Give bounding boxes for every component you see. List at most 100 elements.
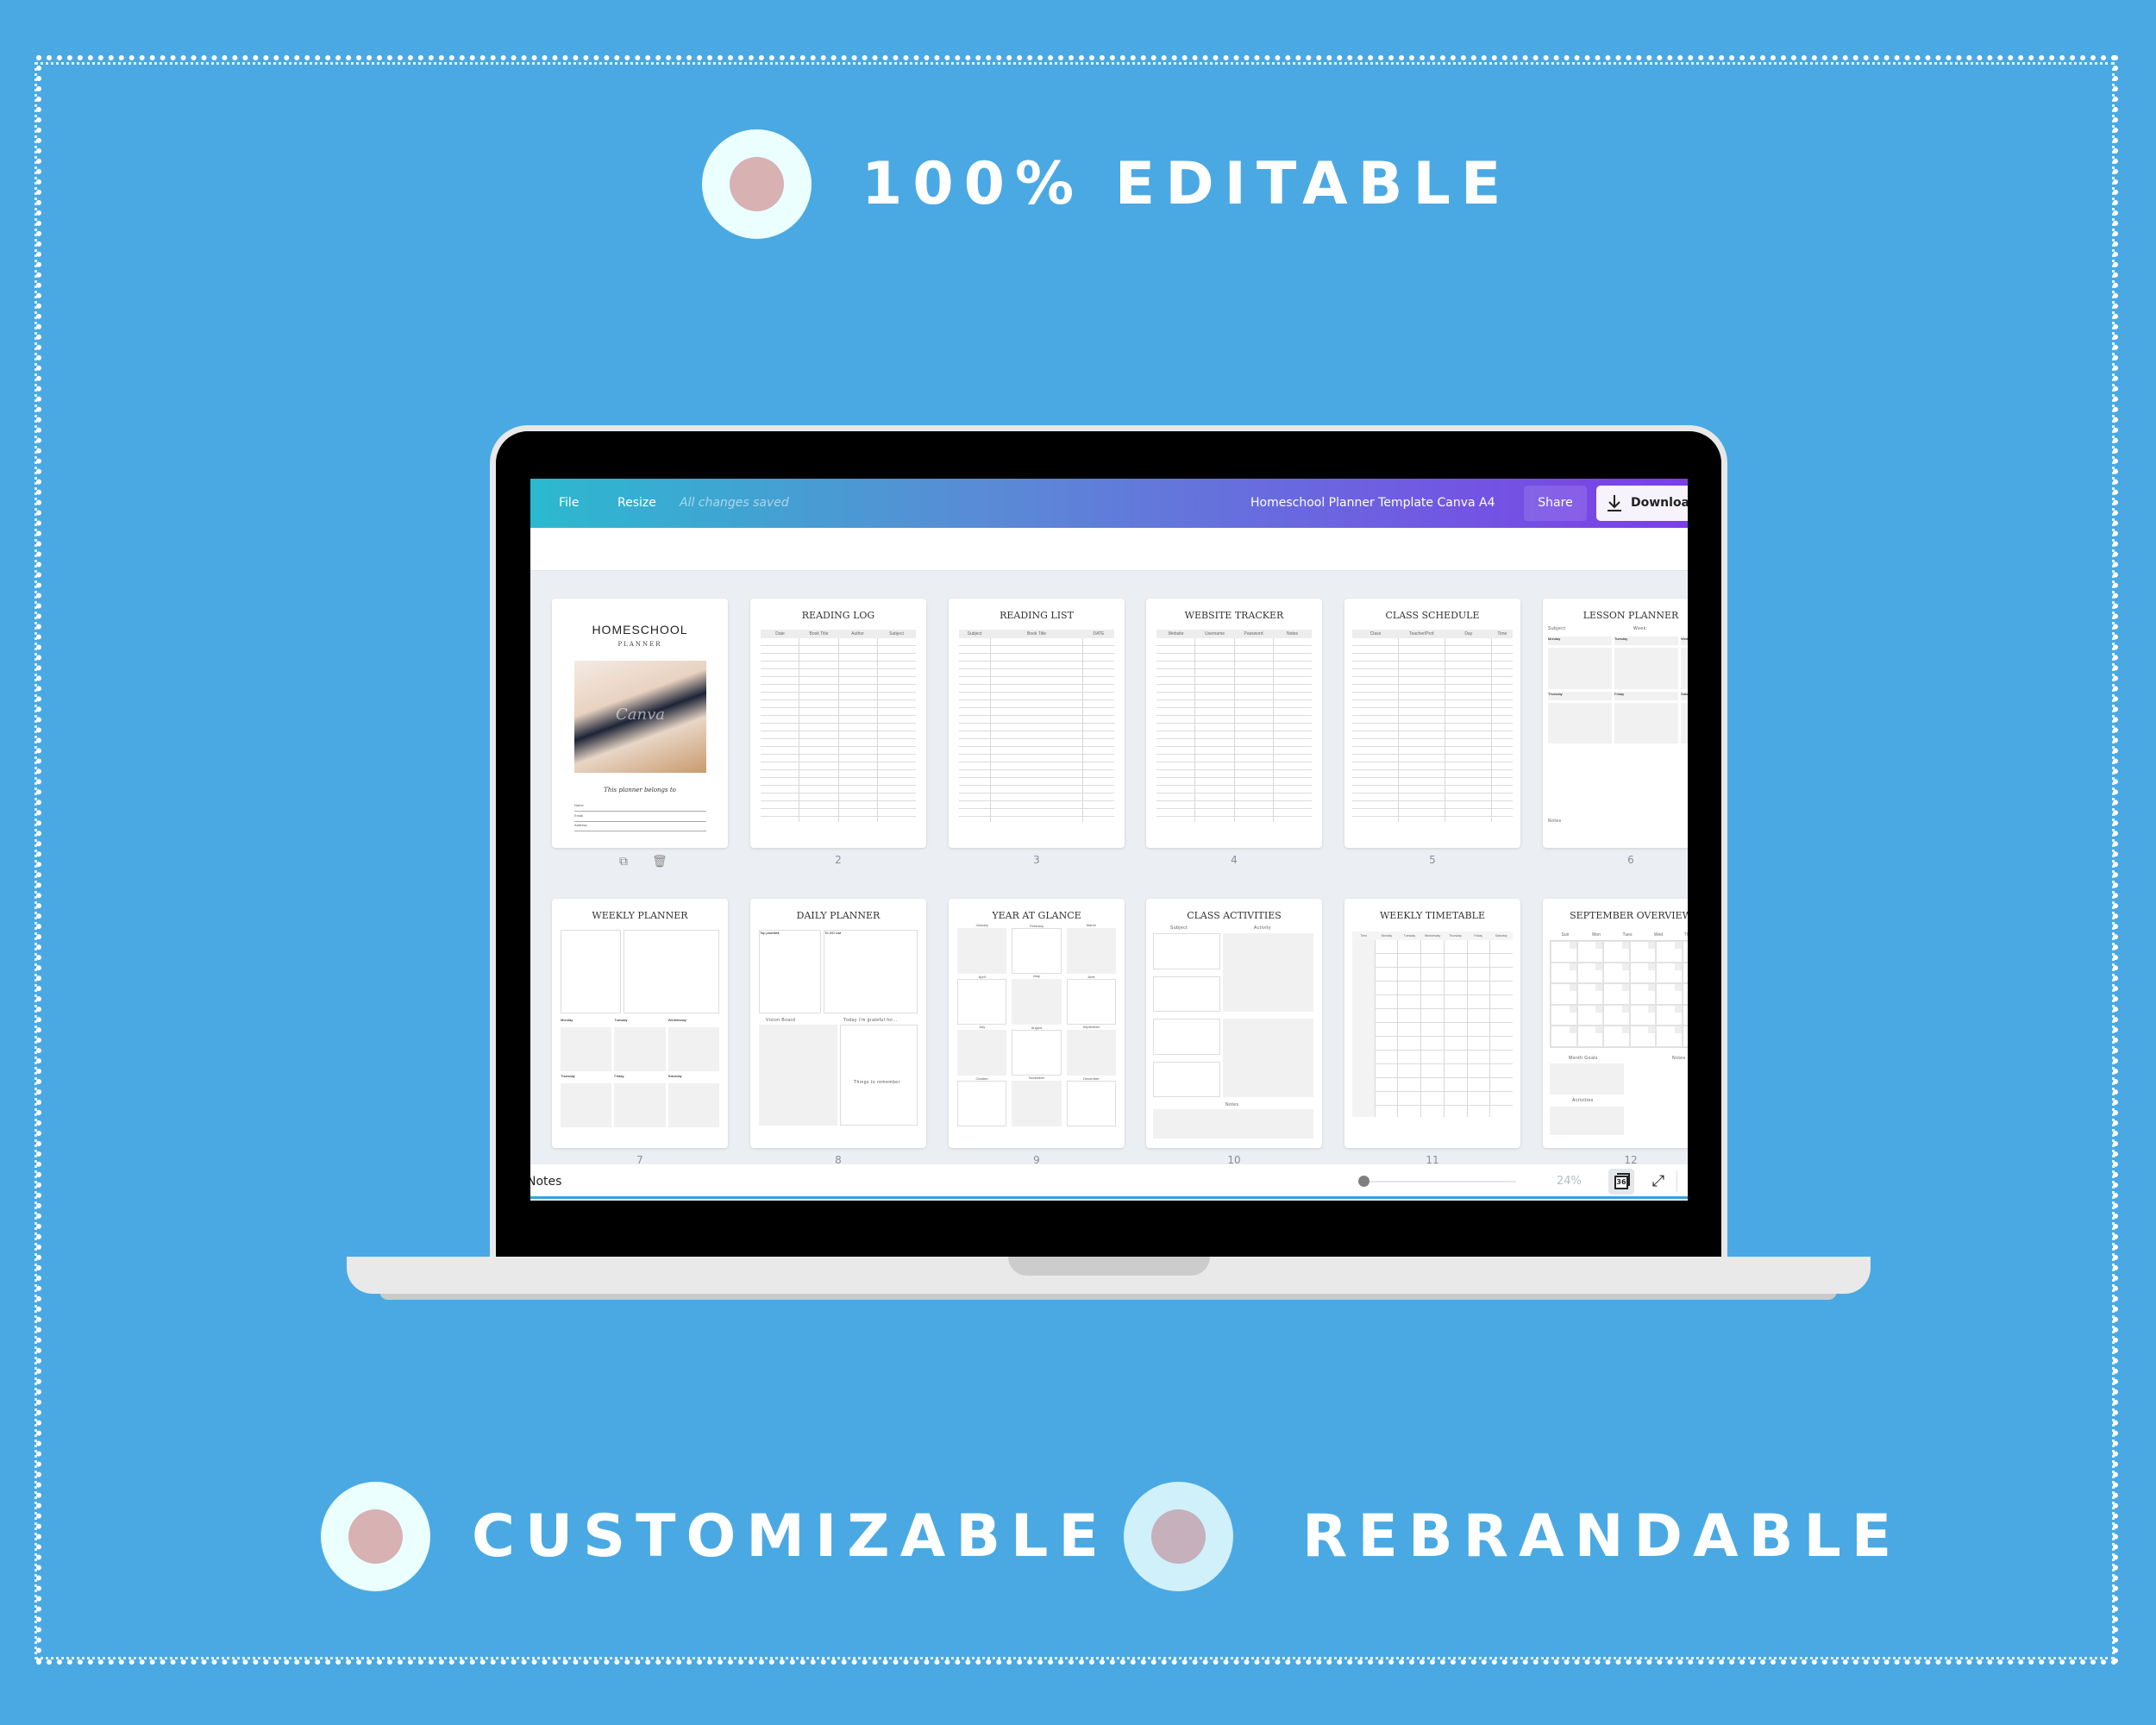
day-label: Thursday [1548, 691, 1612, 700]
delete-page-icon[interactable]: 🗑 [652, 854, 667, 869]
page-title: DAILY PLANNER [796, 910, 881, 921]
calendar-cell [1629, 983, 1657, 1005]
section-label: Subject [1170, 925, 1188, 931]
column-header: Tues [1622, 932, 1633, 938]
page-title: READING LOG [801, 610, 875, 621]
month-label: April [978, 975, 986, 979]
column-header: Friday [1474, 934, 1483, 938]
email-field: Email [574, 813, 706, 822]
column-header: Website [1168, 631, 1184, 637]
address-field: Address [574, 823, 706, 831]
page-title: YEAR AT GLANCE [992, 910, 1081, 921]
page-thumbnail-9[interactable]: YEAR AT GLANCE January February March April… [949, 899, 1125, 1148]
download-button[interactable]: Download [1596, 486, 1688, 521]
calendar-cell [1576, 941, 1604, 963]
page-grid-button[interactable]: 36 [1608, 1169, 1634, 1195]
calendar-cell [1551, 1004, 1577, 1026]
feature-customizable: CUSTOMIZABLE [321, 1482, 1109, 1591]
laptop-notch [1008, 1257, 1210, 1276]
calendar-cell [1629, 1004, 1657, 1026]
calendar-cell [1551, 962, 1577, 984]
section-label: Activities [1572, 1098, 1594, 1103]
bullet-icon [702, 129, 812, 239]
page-thumbnail-10[interactable]: CLASS ACTIVITIES Subject Activity Notes [1146, 899, 1322, 1148]
zoom-percent: 24% [1557, 1175, 1582, 1188]
month-box: January [957, 923, 1007, 974]
share-button[interactable]: Share [1524, 486, 1587, 521]
month-label: February [1029, 924, 1044, 928]
page-count: 36 [1614, 1176, 1628, 1189]
calendar-cell [1656, 962, 1683, 984]
page-title: LESSON PLANNER [1583, 610, 1679, 621]
column-header: Day [1464, 631, 1473, 637]
zoom-slider[interactable] [1361, 1181, 1516, 1182]
calendar-cell [1576, 962, 1604, 984]
calendar-cell [1656, 1026, 1683, 1047]
section-label: Vision Board [766, 1018, 796, 1023]
calendar-cell [1629, 1026, 1657, 1047]
page-thumbnail-3[interactable]: READING LIST Subject Book Title DATE [949, 599, 1125, 848]
calendar-cell [1551, 983, 1577, 1005]
editor-subbar [530, 528, 1688, 571]
column-header: Thursday [1449, 934, 1462, 938]
month-label: August [1031, 1026, 1043, 1030]
column-header: Author [851, 631, 864, 637]
page-thumbnail-6[interactable]: LESSON PLANNER Subject: Week: Monday Tue… [1543, 599, 1688, 848]
document-title[interactable]: Homeschool Planner Template Canva A4 [1250, 479, 1495, 528]
column-header: DATE [1093, 631, 1105, 637]
page-thumbnail-7[interactable]: WEEKLY PLANNER Top priorities Notes Mond… [552, 899, 728, 1148]
page-thumbnail-5[interactable]: CLASS SCHEDULE Class Teacher/Prof. Day T… [1344, 599, 1520, 848]
calendar-cell [1603, 1004, 1630, 1026]
section-label: To DO List [824, 930, 918, 1013]
website-tracker-table: Website Username Password Notes [1156, 630, 1312, 822]
page-thumbnail-4[interactable]: WEBSITE TRACKER Website Username Passwor… [1146, 599, 1322, 848]
month-label: June [1087, 975, 1095, 979]
column-header: Password [1244, 631, 1263, 637]
calendar-cell [1682, 983, 1688, 1005]
page-thumbnail-11[interactable]: WEEKLY TIMETABLE Time Monday Tuesday Wednes… [1344, 899, 1520, 1148]
column-header: Saturday [1495, 934, 1507, 938]
month-label: October [975, 1076, 988, 1081]
file-menu[interactable]: File [559, 479, 579, 528]
notes-label: Notes [1548, 819, 1562, 824]
calendar-cell [1551, 941, 1577, 963]
reading-log-table: Date Book Title Author Subject [761, 630, 916, 822]
month-box: June [1066, 975, 1116, 1025]
section-label: Today I'm grateful for... [843, 1018, 898, 1023]
zoom-slider-handle[interactable] [1358, 1176, 1370, 1187]
day-label: Tuesday [1614, 637, 1678, 645]
save-status: All changes saved [680, 496, 789, 510]
month-box: August [1012, 1026, 1062, 1076]
column-header: Sun [1561, 932, 1570, 938]
column-header: Username [1204, 631, 1225, 637]
page-thumbnail-2[interactable]: READING LOG Date Book Title Author Subje… [750, 599, 926, 848]
notes-button[interactable]: Notes [530, 1164, 561, 1199]
cover-photo: Canva [574, 661, 706, 773]
calendar-cell [1603, 1026, 1630, 1047]
month-box: March [1066, 923, 1116, 974]
column-header: Subject [889, 631, 904, 637]
page-number: 3 [1033, 854, 1040, 866]
day-label: Monday [1548, 637, 1612, 645]
cover-subtitle: PLANNER [617, 641, 662, 648]
calendar-cell [1682, 962, 1688, 984]
download-label: Download [1631, 496, 1688, 510]
reading-list-table: Subject Book Title DATE [959, 630, 1114, 822]
page-thumbnail-12[interactable]: SEPTEMBER OVERVIEW SunMonTuesWedThursFri… [1543, 899, 1688, 1148]
section-label: Notes [1225, 1102, 1239, 1107]
duplicate-page-icon[interactable]: ⧉ [619, 854, 628, 869]
calendar-cell [1682, 1004, 1688, 1026]
day-label: Friday [1614, 691, 1678, 700]
month-label: December [1083, 1076, 1100, 1081]
month-box: February [1012, 924, 1062, 974]
page-thumbnail-1[interactable]: HOMESCHOOL PLANNER Canva This planner be… [552, 599, 728, 848]
page-title: WEEKLY TIMETABLE [1379, 910, 1485, 921]
month-label: September [1082, 1025, 1100, 1029]
page-thumbnail-8[interactable]: DAILY PLANNER Top priorities To DO List V… [750, 899, 926, 1148]
day-label: Tuesday [614, 1018, 628, 1022]
fullscreen-icon[interactable]: ⤢ [1647, 1170, 1670, 1193]
timetable-table: Time Monday Tuesday Wednesday Thursday Friday… [1352, 932, 1513, 1117]
resize-menu[interactable]: Resize [617, 479, 656, 528]
subject-field: Subject: [1548, 626, 1568, 631]
column-header: Teacher/Prof. [1408, 631, 1435, 637]
